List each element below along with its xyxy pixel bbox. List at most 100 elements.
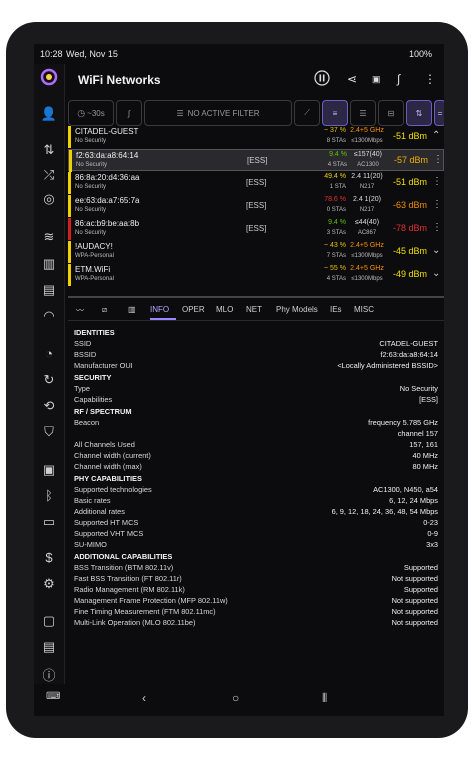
band: 2.4+5 GHz [350, 242, 384, 249]
phy-rate: AC1300 [357, 162, 379, 168]
list-item[interactable]: ETM.WiFi WPA-Personal ~ 55 % 4 STAs 2.4+… [68, 264, 444, 286]
list-item[interactable]: 86:8a:20:d4:36:aa No Security [ESS] 49.4… [68, 172, 444, 194]
monitor-icon[interactable]: ▭ [34, 514, 64, 530]
tab-net[interactable]: NET [246, 305, 262, 314]
network-bssid: 86:ac:b9:be:aa:8b [75, 219, 140, 228]
chevron-up-icon[interactable]: ⌃ [432, 130, 440, 141]
back-icon[interactable]: ‹ [142, 691, 146, 705]
channel-util: ~ 37 % [324, 127, 346, 134]
hide-button[interactable]: ⟋ [294, 100, 320, 126]
band: 2.4+5 GHz [350, 265, 384, 272]
tab-misc[interactable]: MISC [354, 305, 374, 314]
list-item[interactable]: ee:63:da:a7:65:7a No Security [ESS] 78.6… [68, 195, 444, 217]
compact-button[interactable]: = [434, 100, 444, 126]
curve-button[interactable]: ∫ [116, 100, 142, 126]
swap-order-button[interactable]: ⇅ [406, 100, 432, 126]
network-security: No Security [75, 230, 107, 236]
list-view-button[interactable]: ☰ [350, 100, 376, 126]
more-icon[interactable]: ⋮ [432, 199, 442, 210]
shield-icon[interactable]: ⛉ [34, 424, 64, 440]
network-tag: [ESS] [246, 224, 267, 233]
detail-key: Capabilities [74, 395, 113, 404]
signal-bar [68, 172, 71, 194]
detail-key: Fine Timing Measurement (FTM 802.11mc) [74, 607, 216, 616]
speedometer-icon[interactable]: ◔ [34, 346, 64, 361]
signal-bar [68, 218, 71, 240]
person-icon[interactable]: 👤 [34, 106, 64, 122]
signal-icon[interactable]: ◠ [34, 308, 64, 324]
tab-info[interactable]: INFO [150, 305, 169, 314]
more-icon[interactable]: ⋮ [432, 176, 442, 187]
phy-rate: AC867 [357, 230, 377, 236]
signal-strength: -51 dBm [392, 177, 427, 187]
detail-key: Supported VHT MCS [74, 529, 144, 538]
chevron-down-icon[interactable]: ⌄ [432, 268, 440, 279]
recents-icon[interactable]: ⦀ [322, 691, 327, 706]
list-item[interactable]: !AUDACY! WPA-Personal ~ 43 % 7 STAs 2.4+… [68, 241, 444, 263]
home-icon[interactable]: ○ [232, 691, 239, 705]
detail-row: Capabilities [ESS] [74, 395, 438, 405]
channel-util: ~ 43 % [324, 242, 346, 249]
chevron-down-icon[interactable]: ⌄ [432, 245, 440, 256]
more-icon[interactable]: ⋮ [432, 222, 442, 233]
dollar-icon[interactable]: $ [34, 550, 64, 565]
graph-tab-icon[interactable]: 〰 [76, 305, 84, 316]
keyboard-icon[interactable]: ⌨ [46, 691, 60, 702]
sort-icon[interactable]: ⇅ [34, 142, 64, 158]
pause-icon[interactable] [314, 70, 330, 89]
devices-icon[interactable]: ▣ [34, 462, 64, 478]
detail-row: Supported VHT MCS 0-9 [74, 529, 438, 539]
detail-row: Beacon frequency 5.785 GHz [74, 418, 438, 428]
document-icon[interactable]: ▤ [34, 639, 64, 655]
app-logo-icon[interactable] [34, 68, 64, 89]
tab-ies[interactable]: IEs [330, 305, 342, 314]
refresh-icon[interactable]: ↻ [34, 372, 64, 388]
details-panel: IDENTITIES SSID CITADEL-GUEST BSSID f2:63:… [68, 326, 444, 676]
detail-value: 157, 161 [409, 440, 438, 449]
detail-row: Fine Timing Measurement (FTM 802.11mc) No… [74, 607, 438, 617]
info-icon[interactable]: ⓘ [34, 665, 64, 684]
detail-row: Multi-Link Operation (MLO 802.11be) Not s… [74, 618, 438, 628]
section-rf-spectrum: RF / SPECTRUM [74, 407, 132, 416]
detail-value: Supported [403, 585, 438, 594]
more-icon[interactable]: ⋮ [424, 72, 436, 86]
list-item[interactable]: f2:63:da:a8:64:14 No Security [ESS] 9.4 … [68, 149, 444, 172]
station-count: 3 STAs [326, 230, 346, 236]
tab-mlo[interactable]: MLO [216, 305, 233, 314]
chat-icon[interactable]: ▢ [34, 613, 64, 629]
sort-list-button[interactable]: ≡ [322, 100, 348, 126]
list-item[interactable]: CITADEL-GUEST No Security ~ 37 % 8 STAs … [68, 126, 444, 148]
settings-icon[interactable]: ⚙ [34, 576, 64, 592]
filter-button[interactable]: ☰ NO ACTIVE FILTER [144, 100, 292, 126]
detail-row: Radio Management (RM 802.11k) Supported [74, 585, 438, 595]
network-bssid: f2:63:da:a8:64:14 [76, 151, 139, 160]
tab-phy-models[interactable]: Phy Models [276, 305, 318, 314]
bluetooth-icon[interactable]: ᛒ [34, 488, 64, 503]
list-item[interactable]: 86:ac:b9:be:aa:8b No Security [ESS] 9.4 … [68, 218, 444, 240]
share-icon[interactable]: ⋖ [347, 72, 357, 86]
bars-tab-icon[interactable]: ▥ [128, 305, 136, 314]
stacked-chart-icon[interactable]: ▤ [34, 282, 64, 298]
channel-util: 78.6 % [324, 196, 346, 203]
tab-oper[interactable]: OPER [182, 305, 205, 314]
section-identities: IDENTITIES [74, 328, 115, 337]
more-icon[interactable]: ⋮ [433, 154, 443, 165]
detail-value: CITADEL-GUEST [379, 339, 438, 348]
check-circle-icon[interactable]: ◎ [34, 191, 64, 207]
scan-interval-button[interactable]: ◷ ~30s [68, 100, 114, 126]
bar-chart-icon[interactable]: ▥ [34, 256, 64, 272]
detail-row: BSSID f2:63:da:a8:64:14 [74, 350, 438, 360]
signal-strength: -63 dBm [392, 200, 427, 210]
detail-row: Supported HT MCS 0-23 [74, 518, 438, 528]
chart-tab-icon[interactable]: ⧄ [102, 305, 107, 315]
wifi-icon[interactable]: ≋ [34, 229, 64, 245]
detail-row: Channel width (current) 40 MHz [74, 451, 438, 461]
group-button[interactable]: ⊟ [378, 100, 404, 126]
history-icon[interactable]: ⟲ [34, 398, 64, 414]
export-icon[interactable]: ▣ [372, 74, 381, 85]
chart-icon[interactable]: ∫ [397, 72, 400, 86]
detail-value: frequency 5.785 GHz [368, 418, 438, 427]
detail-key: Supported technologies [74, 485, 152, 494]
section-additional-capabilities: ADDITIONAL CAPABILITIES [74, 552, 173, 561]
shuffle-icon[interactable]: ⤮ [34, 167, 64, 183]
